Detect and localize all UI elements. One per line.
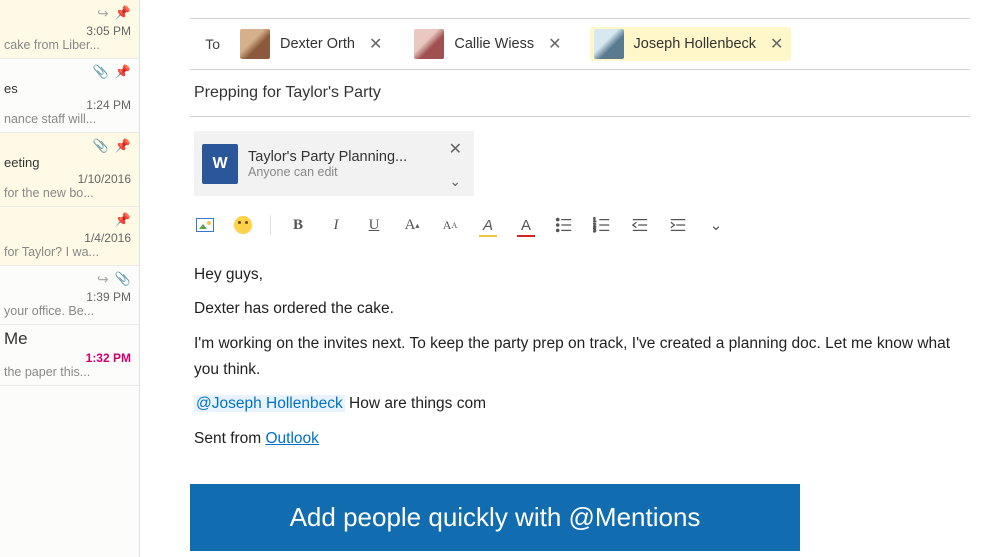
recipient-chip[interactable]: Joseph Hollenbeck ✕ <box>590 27 792 61</box>
flag-icon[interactable]: 📌 <box>115 138 131 154</box>
indent-button[interactable] <box>667 214 689 236</box>
attachment-permission: Anyone can edit <box>248 165 407 179</box>
bullet-list-button[interactable] <box>553 214 575 236</box>
message-preview: for the new bo... <box>0 186 131 200</box>
message-item[interactable]: ↩ 📎 1:39 PM your office. Be... <box>0 266 139 325</box>
message-preview: the paper this... <box>0 365 131 379</box>
compose-pane: To Dexter Orth ✕ Callie Wiess ✕ Joseph H… <box>140 0 1000 557</box>
to-field-row: To Dexter Orth ✕ Callie Wiess ✕ Joseph H… <box>190 18 970 70</box>
recipient-name: Dexter Orth <box>280 36 355 52</box>
message-item[interactable]: Me 1:32 PM the paper this... <box>0 325 139 386</box>
insert-image-button[interactable] <box>194 214 216 236</box>
separator <box>270 215 271 235</box>
message-preview: cake from Liber... <box>0 38 131 52</box>
flag-icon[interactable]: 📌 <box>115 64 131 80</box>
message-time: 1:39 PM <box>0 290 131 304</box>
insert-emoji-button[interactable] <box>232 214 254 236</box>
remove-recipient-icon[interactable]: ✕ <box>544 34 565 54</box>
message-preview: for Taylor? I wa... <box>0 245 131 259</box>
word-doc-icon <box>202 144 238 184</box>
attachment-icon: 📎 <box>93 138 109 154</box>
body-line: Hey guys, <box>194 262 966 288</box>
mention-link[interactable]: @Joseph Hollenbeck <box>194 395 345 412</box>
reply-icon: ↩ <box>97 271 109 288</box>
recipient-chip[interactable]: Dexter Orth ✕ <box>236 27 390 61</box>
attachment-icon: 📎 <box>93 64 109 80</box>
avatar <box>414 29 444 59</box>
italic-button[interactable]: I <box>325 214 347 236</box>
recipient-list: Dexter Orth ✕ Callie Wiess ✕ Joseph Holl… <box>236 27 791 61</box>
flag-icon[interactable]: 📌 <box>115 5 131 21</box>
recipient-name: Callie Wiess <box>454 36 534 52</box>
font-size-up-button[interactable]: A▴ <box>401 214 423 236</box>
mentions-promo-banner: Add people quickly with @Mentions <box>190 484 800 551</box>
outlook-link[interactable]: Outlook <box>266 430 319 447</box>
message-item[interactable]: ↩ 📌 3:05 PM cake from Liber... <box>0 0 139 59</box>
attachment-title: Taylor's Party Planning... <box>248 149 407 165</box>
body-line: @Joseph Hollenbeck How are things com <box>194 391 966 417</box>
font-size-down-button[interactable]: AA <box>439 214 461 236</box>
subject-field[interactable]: Prepping for Taylor's Party <box>190 70 970 117</box>
message-title: Me <box>0 329 131 349</box>
font-color-button[interactable]: A <box>515 214 537 236</box>
message-time: 1/4/2016 <box>0 231 131 245</box>
message-preview: nance staff will... <box>0 112 131 126</box>
message-item[interactable]: 📎 📌 eeting 1/10/2016 for the new bo... <box>0 133 139 207</box>
attachment-options-icon[interactable]: ⌄ <box>449 173 461 190</box>
message-item[interactable]: 📎 📌 es 1:24 PM nance staff will... <box>0 59 139 133</box>
body-line: Dexter has ordered the cake. <box>194 296 966 322</box>
numbered-list-button[interactable]: 123 <box>591 214 613 236</box>
highlight-color-button[interactable]: A <box>477 214 499 236</box>
outdent-button[interactable] <box>629 214 651 236</box>
avatar <box>240 29 270 59</box>
body-line: I'm working on the invites next. To keep… <box>194 331 966 384</box>
message-time: 1:24 PM <box>0 98 131 112</box>
recipient-name: Joseph Hollenbeck <box>634 36 757 52</box>
message-item[interactable]: 📌 1/4/2016 for Taylor? I wa... <box>0 207 139 266</box>
svg-text:3: 3 <box>593 228 596 234</box>
attachment-card[interactable]: Taylor's Party Planning... Anyone can ed… <box>194 131 474 196</box>
recipient-chip[interactable]: Callie Wiess ✕ <box>410 27 569 61</box>
attachment-icon: 📎 <box>115 271 131 287</box>
message-list: ↩ 📌 3:05 PM cake from Liber... 📎 📌 es 1:… <box>0 0 140 557</box>
remove-attachment-icon[interactable]: ✕ <box>449 139 462 159</box>
message-time: 1:32 PM <box>0 351 131 365</box>
signature: Sent from Outlook <box>194 426 966 452</box>
avatar <box>594 29 624 59</box>
message-body[interactable]: Hey guys, Dexter has ordered the cake. I… <box>190 248 970 466</box>
message-preview: your office. Be... <box>0 304 131 318</box>
more-format-options-button[interactable]: ⌄ <box>705 214 727 236</box>
message-title: es <box>0 81 131 96</box>
underline-button[interactable]: U <box>363 214 385 236</box>
message-time: 1/10/2016 <box>0 172 131 186</box>
reply-icon: ↩ <box>97 5 109 22</box>
format-toolbar: B I U A▴ AA A A 123 ⌄ <box>190 204 970 248</box>
message-time: 3:05 PM <box>0 24 131 38</box>
bold-button[interactable]: B <box>287 214 309 236</box>
to-label[interactable]: To <box>190 36 220 52</box>
remove-recipient-icon[interactable]: ✕ <box>766 34 787 54</box>
attachment-bar: Taylor's Party Planning... Anyone can ed… <box>190 117 970 204</box>
remove-recipient-icon[interactable]: ✕ <box>365 34 386 54</box>
message-title: eeting <box>0 155 131 170</box>
flag-icon[interactable]: 📌 <box>115 212 131 228</box>
